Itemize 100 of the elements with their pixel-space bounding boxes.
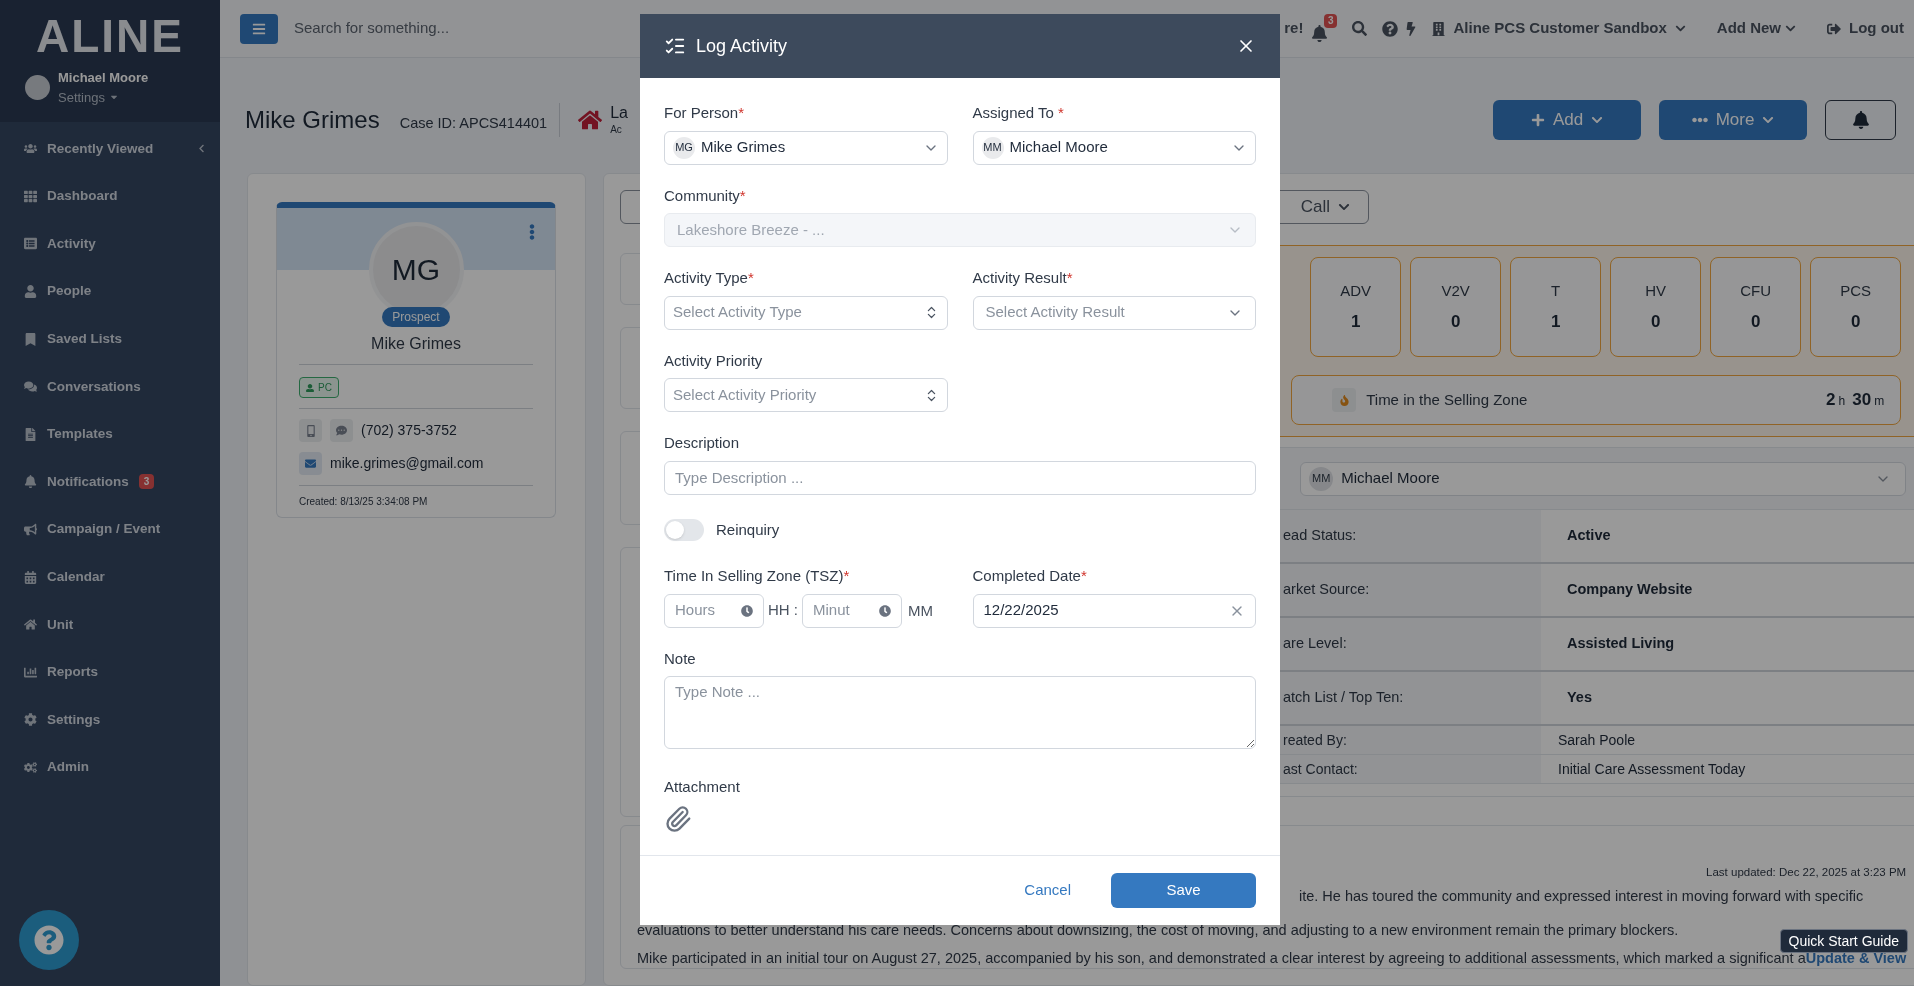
nav-item[interactable]: Dashboard bbox=[0, 172, 220, 221]
input-field[interactable]: Type Description ... bbox=[664, 460, 1256, 495]
field-label: Activity Priority bbox=[664, 350, 764, 371]
location-subtext: Ac bbox=[610, 124, 623, 135]
paperclip-icon[interactable] bbox=[664, 804, 692, 833]
dialog-title: Log Activity bbox=[696, 34, 788, 58]
chat-icon bbox=[24, 380, 37, 394]
account-menu[interactable]: Aline PCS Customer Sandbox bbox=[1432, 17, 1686, 40]
add-button[interactable]: Add bbox=[1493, 99, 1641, 140]
update-link[interactable]: Update & View bbox=[1805, 950, 1907, 966]
email-address: mike.grimes@gmail.com bbox=[330, 454, 484, 473]
stat-value: 0 bbox=[1450, 310, 1461, 333]
assignee-avatar: MM bbox=[1309, 466, 1334, 491]
menu-icon bbox=[252, 21, 266, 36]
help-button[interactable] bbox=[19, 910, 79, 970]
megaphone-icon bbox=[24, 523, 37, 537]
logout-link[interactable]: Log out bbox=[1827, 17, 1904, 40]
nav-item[interactable]: People bbox=[0, 267, 220, 316]
document-icon bbox=[24, 427, 37, 441]
search-icon[interactable] bbox=[1352, 21, 1368, 36]
house-icon bbox=[24, 618, 37, 632]
nav-item[interactable]: Notifications 3 bbox=[0, 458, 220, 506]
nav-item[interactable]: Unit bbox=[0, 600, 220, 649]
person-select[interactable]: MM Michael Moore bbox=[972, 130, 1256, 165]
nav-item[interactable]: Activity bbox=[0, 220, 220, 268]
minutes-value: 30 bbox=[1852, 389, 1872, 412]
minutes-unit: MM bbox=[908, 600, 933, 621]
bell-icon[interactable] bbox=[1311, 24, 1329, 42]
bell-button[interactable] bbox=[1825, 99, 1896, 140]
field-label: Note bbox=[664, 648, 697, 669]
hours-value: 2 bbox=[1826, 389, 1836, 412]
logo: ALINE bbox=[36, 9, 184, 64]
field-label: Assigned To * bbox=[972, 103, 1065, 123]
message-button[interactable] bbox=[330, 419, 353, 442]
select-field[interactable]: Select Activity Type bbox=[664, 295, 948, 330]
select-field[interactable]: Select Activity Result bbox=[972, 295, 1256, 330]
save-button[interactable]: Save bbox=[1111, 872, 1256, 908]
search-field[interactable]: Search for something... bbox=[294, 17, 644, 40]
phone-button[interactable] bbox=[299, 419, 322, 442]
nav-item[interactable]: Recently Viewed bbox=[0, 125, 220, 173]
bell-icon bbox=[1851, 110, 1870, 129]
detail-value: Company Website bbox=[1566, 580, 1694, 600]
phone-icon bbox=[305, 424, 316, 437]
menu-button[interactable] bbox=[240, 13, 278, 44]
detail-value: Yes bbox=[1566, 688, 1593, 708]
field-label: Attachment bbox=[664, 777, 741, 797]
chat-icon bbox=[336, 425, 347, 436]
last-updated: Last updated: Dec 22, 2025 at 3:23 PM bbox=[1706, 865, 1907, 880]
minutes-unit: m bbox=[1874, 393, 1885, 411]
nav-item[interactable]: Admin bbox=[0, 743, 220, 792]
add-new-menu[interactable]: Add New bbox=[1716, 17, 1796, 40]
nav-item[interactable]: Reports bbox=[0, 648, 220, 697]
location-text: La bbox=[610, 104, 628, 121]
clock-icon bbox=[879, 604, 891, 617]
nav-item[interactable]: Campaign / Event bbox=[0, 505, 220, 554]
minutes-field[interactable]: Minut bbox=[802, 593, 902, 628]
quick-start-button[interactable]: Quick Start Guide bbox=[1779, 929, 1908, 953]
phone-number: (702) 375-3752 bbox=[361, 421, 457, 440]
nav-item[interactable]: Settings bbox=[0, 696, 220, 744]
help-icon[interactable] bbox=[1382, 20, 1399, 37]
detail-value: Assisted Living bbox=[1566, 634, 1676, 654]
person-select[interactable]: MG Mike Grimes bbox=[664, 130, 948, 165]
nav-item[interactable]: Templates bbox=[0, 410, 220, 459]
stat-label: V2V bbox=[1441, 281, 1470, 301]
stat-label: ADV bbox=[1340, 281, 1372, 301]
stat-label: PCS bbox=[1840, 281, 1872, 301]
person-icon bbox=[24, 285, 37, 299]
more-button[interactable]: More bbox=[1659, 99, 1807, 140]
email-button[interactable] bbox=[299, 452, 322, 475]
building-icon bbox=[1432, 21, 1446, 36]
select-field[interactable]: Select Activity Priority bbox=[664, 378, 948, 412]
detail-value: Sarah Poole bbox=[1557, 730, 1637, 750]
users-icon bbox=[24, 142, 37, 156]
nav-item[interactable]: Conversations bbox=[0, 362, 220, 411]
settings-menu[interactable]: Settings bbox=[58, 87, 149, 107]
initials-avatar: MM bbox=[981, 136, 1004, 159]
hours-unit: h bbox=[1838, 393, 1846, 411]
date-field[interactable]: 12/22/2025 bbox=[972, 593, 1256, 628]
status-badge: Prospect bbox=[382, 307, 450, 327]
hours-unit: HH : bbox=[768, 600, 798, 621]
note-field[interactable]: Type Note ... bbox=[664, 676, 1256, 749]
field-label: Community* bbox=[664, 185, 747, 206]
clock-icon bbox=[741, 604, 753, 617]
person-name: Mike Grimes bbox=[245, 104, 380, 135]
notes-text: Mike participated in an initial tour on August 27, 2025, accompanied by his son, and demonstrated a clear interest by agreeing to additional assessments, which marked a significant a bbox=[637, 950, 1806, 966]
avatar bbox=[25, 75, 50, 100]
cancel-button[interactable]: Cancel bbox=[1024, 878, 1071, 902]
field-label: Description bbox=[664, 433, 741, 453]
bolt-icon[interactable] bbox=[1405, 21, 1418, 36]
nav-item[interactable]: Calendar bbox=[0, 553, 220, 601]
assignee-dropdown[interactable]: MM Michael Moore bbox=[1300, 461, 1907, 496]
bell-icon bbox=[24, 475, 37, 489]
plus-icon bbox=[1530, 112, 1545, 127]
notes-text: ite. He has toured the community and expressed interest in moving forward with specific bbox=[1299, 887, 1864, 906]
hours-field[interactable]: Hours bbox=[664, 593, 764, 628]
detail-value: Active bbox=[1566, 526, 1612, 546]
toggle-switch[interactable] bbox=[664, 518, 704, 541]
count-badge: 3 bbox=[138, 474, 155, 490]
nav-item[interactable]: Saved Lists bbox=[0, 315, 220, 363]
chevron-left-icon[interactable] bbox=[197, 144, 206, 154]
